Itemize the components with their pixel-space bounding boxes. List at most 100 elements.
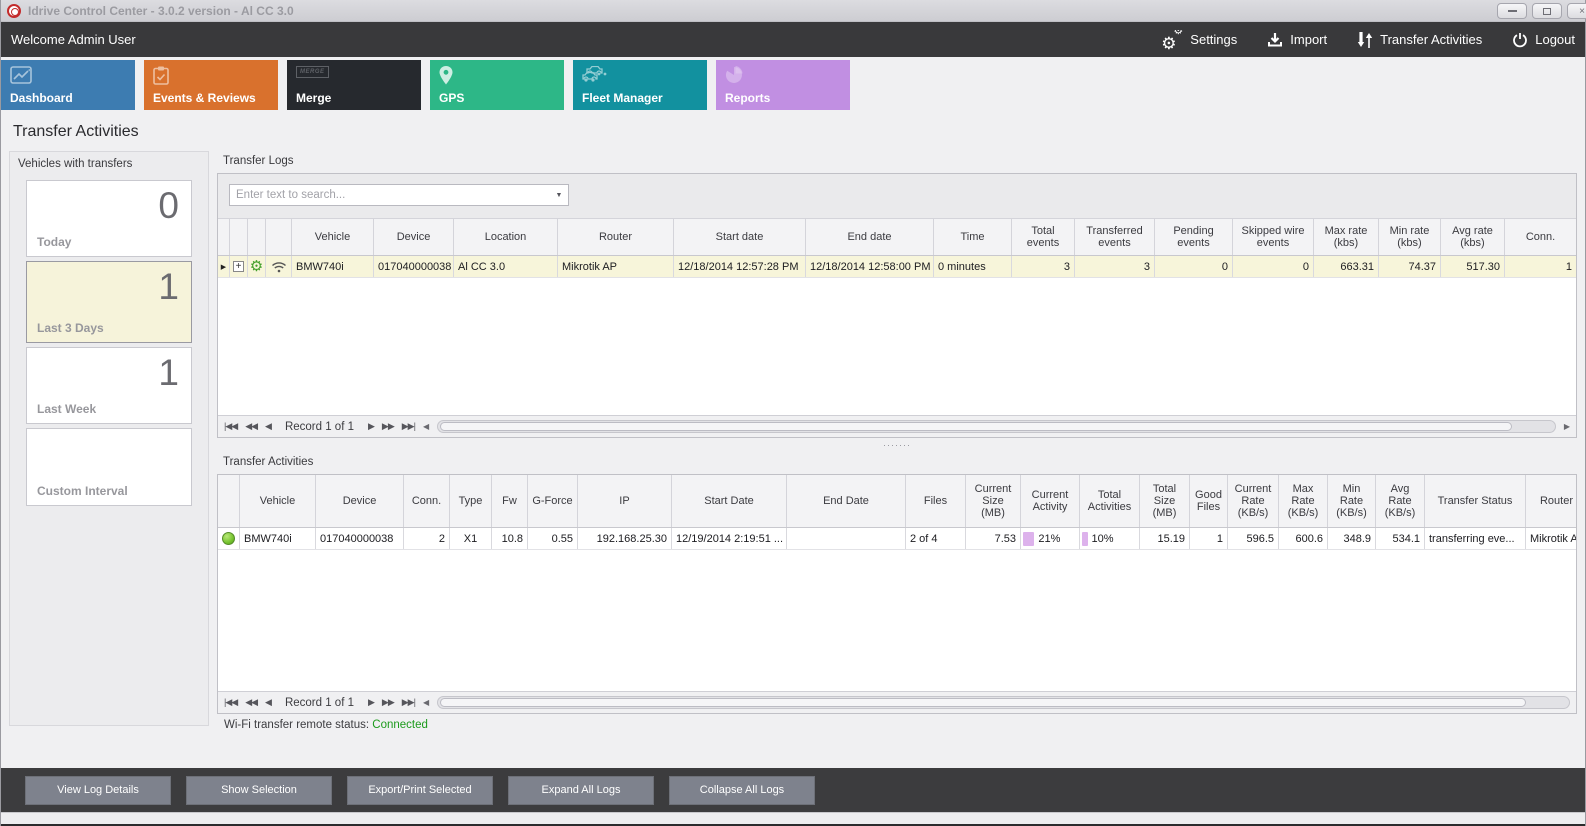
minimize-button[interactable] bbox=[1497, 3, 1527, 19]
col2-header-files[interactable]: Files bbox=[906, 475, 966, 527]
col-wifi bbox=[266, 219, 292, 255]
col2-header-total-size[interactable]: Total Size (MB) bbox=[1140, 475, 1190, 527]
nav-next-icon[interactable]: ▶ bbox=[368, 421, 374, 432]
col2-header-device[interactable]: Device bbox=[316, 475, 404, 527]
tab-events-reviews[interactable]: Events & Reviews bbox=[144, 60, 278, 110]
export-print-selected-button[interactable]: Export/Print Selected bbox=[347, 776, 493, 805]
maximize-icon bbox=[1543, 8, 1551, 15]
col2-header-conn[interactable]: Conn. bbox=[404, 475, 450, 527]
col-header-conn[interactable]: Conn. bbox=[1505, 219, 1576, 255]
hscroll2-left-icon[interactable]: ◀ bbox=[423, 698, 429, 707]
col-header-vehicle[interactable]: Vehicle bbox=[292, 219, 374, 255]
col2-header-current-size[interactable]: Current Size (MB) bbox=[966, 475, 1021, 527]
col-header-avg-rate[interactable]: Avg rate (kbs) bbox=[1441, 219, 1505, 255]
panel-splitter[interactable]: ······· bbox=[217, 438, 1577, 452]
col-header-router[interactable]: Router bbox=[558, 219, 674, 255]
col2-header-max-rate[interactable]: Max Rate (KB/s) bbox=[1279, 475, 1328, 527]
settings-button[interactable]: ⚙⚙ Settings bbox=[1161, 30, 1237, 50]
col2-header-start-date[interactable]: Start Date bbox=[672, 475, 787, 527]
tab-fleet-manager[interactable]: Fleet Manager bbox=[573, 60, 707, 110]
col-header-device[interactable]: Device bbox=[374, 219, 454, 255]
transfer-logs-row[interactable]: ▶ + ⚙ BMW740i 017040000038 Al CC 3.0 Mik… bbox=[218, 256, 1576, 278]
col-header-time[interactable]: Time bbox=[934, 219, 1012, 255]
window-bottom-strip bbox=[1, 812, 1585, 826]
card-last-week[interactable]: 1 Last Week bbox=[26, 347, 192, 424]
nav2-next-icon[interactable]: ▶ bbox=[368, 697, 374, 708]
nav-rewind-icon[interactable]: ◀◀ bbox=[245, 421, 257, 432]
col-header-transferred-events[interactable]: Transferred events bbox=[1075, 219, 1155, 255]
nav2-first-icon[interactable]: |◀◀ bbox=[224, 697, 237, 708]
cell-vehicle: BMW740i bbox=[292, 256, 374, 277]
nav-last-icon[interactable]: ▶▶| bbox=[402, 421, 415, 432]
col-header-skipped-wire-events[interactable]: Skipped wire events bbox=[1233, 219, 1314, 255]
cell-device: 017040000038 bbox=[374, 256, 454, 277]
nav-first-icon[interactable]: |◀◀ bbox=[224, 421, 237, 432]
collapse-all-logs-button[interactable]: Collapse All Logs bbox=[669, 776, 815, 805]
col2-header-min-rate[interactable]: Min Rate (KB/s) bbox=[1328, 475, 1376, 527]
power-icon bbox=[1512, 32, 1528, 48]
tab-events-reviews-label: Events & Reviews bbox=[153, 91, 256, 105]
col2-header-total-activities[interactable]: Total Activities bbox=[1080, 475, 1140, 527]
tab-dashboard[interactable]: Dashboard bbox=[1, 60, 135, 110]
col2-header-current-rate[interactable]: Current Rate (KB/s) bbox=[1228, 475, 1279, 527]
search-input[interactable] bbox=[230, 189, 550, 201]
scrollbar2-thumb[interactable] bbox=[440, 698, 1526, 707]
view-log-details-button[interactable]: View Log Details bbox=[25, 776, 171, 805]
col2-header-g-force[interactable]: G-Force bbox=[528, 475, 578, 527]
col2-header-transfer-status[interactable]: Transfer Status bbox=[1425, 475, 1526, 527]
cell2-total-activities: 10% bbox=[1080, 528, 1140, 549]
scrollbar-thumb[interactable] bbox=[440, 422, 1512, 431]
transfer-activities-empty-area bbox=[218, 550, 1576, 691]
window-title: Idrive Control Center - 3.0.2 version - … bbox=[28, 4, 294, 18]
hscroll-left-icon[interactable]: ◀ bbox=[423, 422, 429, 431]
col-header-min-rate[interactable]: Min rate (kbs) bbox=[1379, 219, 1441, 255]
transfer-activities-button[interactable]: Transfer Activities bbox=[1357, 31, 1482, 49]
col2-header-end-date[interactable]: End Date bbox=[787, 475, 906, 527]
title-bar: Idrive Control Center - 3.0.2 version - … bbox=[1, 0, 1585, 22]
horizontal-scrollbar-2[interactable] bbox=[437, 696, 1570, 709]
close-button[interactable]: × bbox=[1567, 3, 1586, 19]
col2-header-type[interactable]: Type bbox=[450, 475, 492, 527]
search-dropdown-icon[interactable]: ▼ bbox=[550, 192, 568, 199]
col-header-total-events[interactable]: Total events bbox=[1012, 219, 1075, 255]
cell2-min-rate: 348.9 bbox=[1328, 528, 1376, 549]
nav-prev-icon[interactable]: ◀ bbox=[265, 421, 271, 432]
nav2-forward-icon[interactable]: ▶▶ bbox=[382, 697, 394, 708]
col-header-start-date[interactable]: Start date bbox=[674, 219, 806, 255]
nav2-prev-icon[interactable]: ◀ bbox=[265, 697, 271, 708]
col2-header-ip[interactable]: IP bbox=[578, 475, 672, 527]
expand-row-button[interactable]: + bbox=[233, 261, 244, 272]
nav-forward-icon[interactable]: ▶▶ bbox=[382, 421, 394, 432]
logout-button[interactable]: Logout bbox=[1512, 32, 1575, 48]
col-header-max-rate[interactable]: Max rate (kbs) bbox=[1314, 219, 1379, 255]
col-header-end-date[interactable]: End date bbox=[806, 219, 934, 255]
cell2-end-date bbox=[787, 528, 906, 549]
col2-header-current-activity[interactable]: Current Activity bbox=[1021, 475, 1080, 527]
card-custom-interval[interactable]: Custom Interval bbox=[26, 428, 192, 506]
transfer-activities-row[interactable]: BMW740i 017040000038 2 X1 10.8 0.55 192.… bbox=[218, 528, 1576, 550]
col-header-location[interactable]: Location bbox=[454, 219, 558, 255]
nav2-rewind-icon[interactable]: ◀◀ bbox=[245, 697, 257, 708]
card-last-3-days[interactable]: 1 Last 3 Days bbox=[26, 261, 192, 343]
import-icon bbox=[1267, 32, 1283, 48]
horizontal-scrollbar[interactable] bbox=[437, 420, 1556, 433]
col2-header-good-files[interactable]: Good Files bbox=[1190, 475, 1228, 527]
hscroll-right-icon[interactable]: ▶ bbox=[1564, 422, 1570, 431]
col-header-pending-events[interactable]: Pending events bbox=[1155, 219, 1233, 255]
maximize-button[interactable] bbox=[1532, 3, 1562, 19]
col2-header-vehicle[interactable]: Vehicle bbox=[240, 475, 316, 527]
col2-header-fw[interactable]: Fw bbox=[492, 475, 528, 527]
col2-header-avg-rate[interactable]: Avg Rate (KB/s) bbox=[1376, 475, 1425, 527]
transfer-arrows-icon bbox=[1357, 31, 1373, 49]
col2-header-router[interactable]: Router bbox=[1526, 475, 1576, 527]
tab-merge[interactable]: MERGE Merge bbox=[287, 60, 421, 110]
total-activities-value: 10% bbox=[1092, 533, 1114, 545]
tab-gps[interactable]: GPS bbox=[430, 60, 564, 110]
nav2-last-icon[interactable]: ▶▶| bbox=[402, 697, 415, 708]
import-button[interactable]: Import bbox=[1267, 32, 1327, 48]
card-today[interactable]: 0 Today bbox=[26, 180, 192, 257]
cell-max-rate: 663.31 bbox=[1314, 256, 1379, 277]
expand-all-logs-button[interactable]: Expand All Logs bbox=[508, 776, 654, 805]
tab-reports[interactable]: Reports bbox=[716, 60, 850, 110]
show-selection-button[interactable]: Show Selection bbox=[186, 776, 332, 805]
